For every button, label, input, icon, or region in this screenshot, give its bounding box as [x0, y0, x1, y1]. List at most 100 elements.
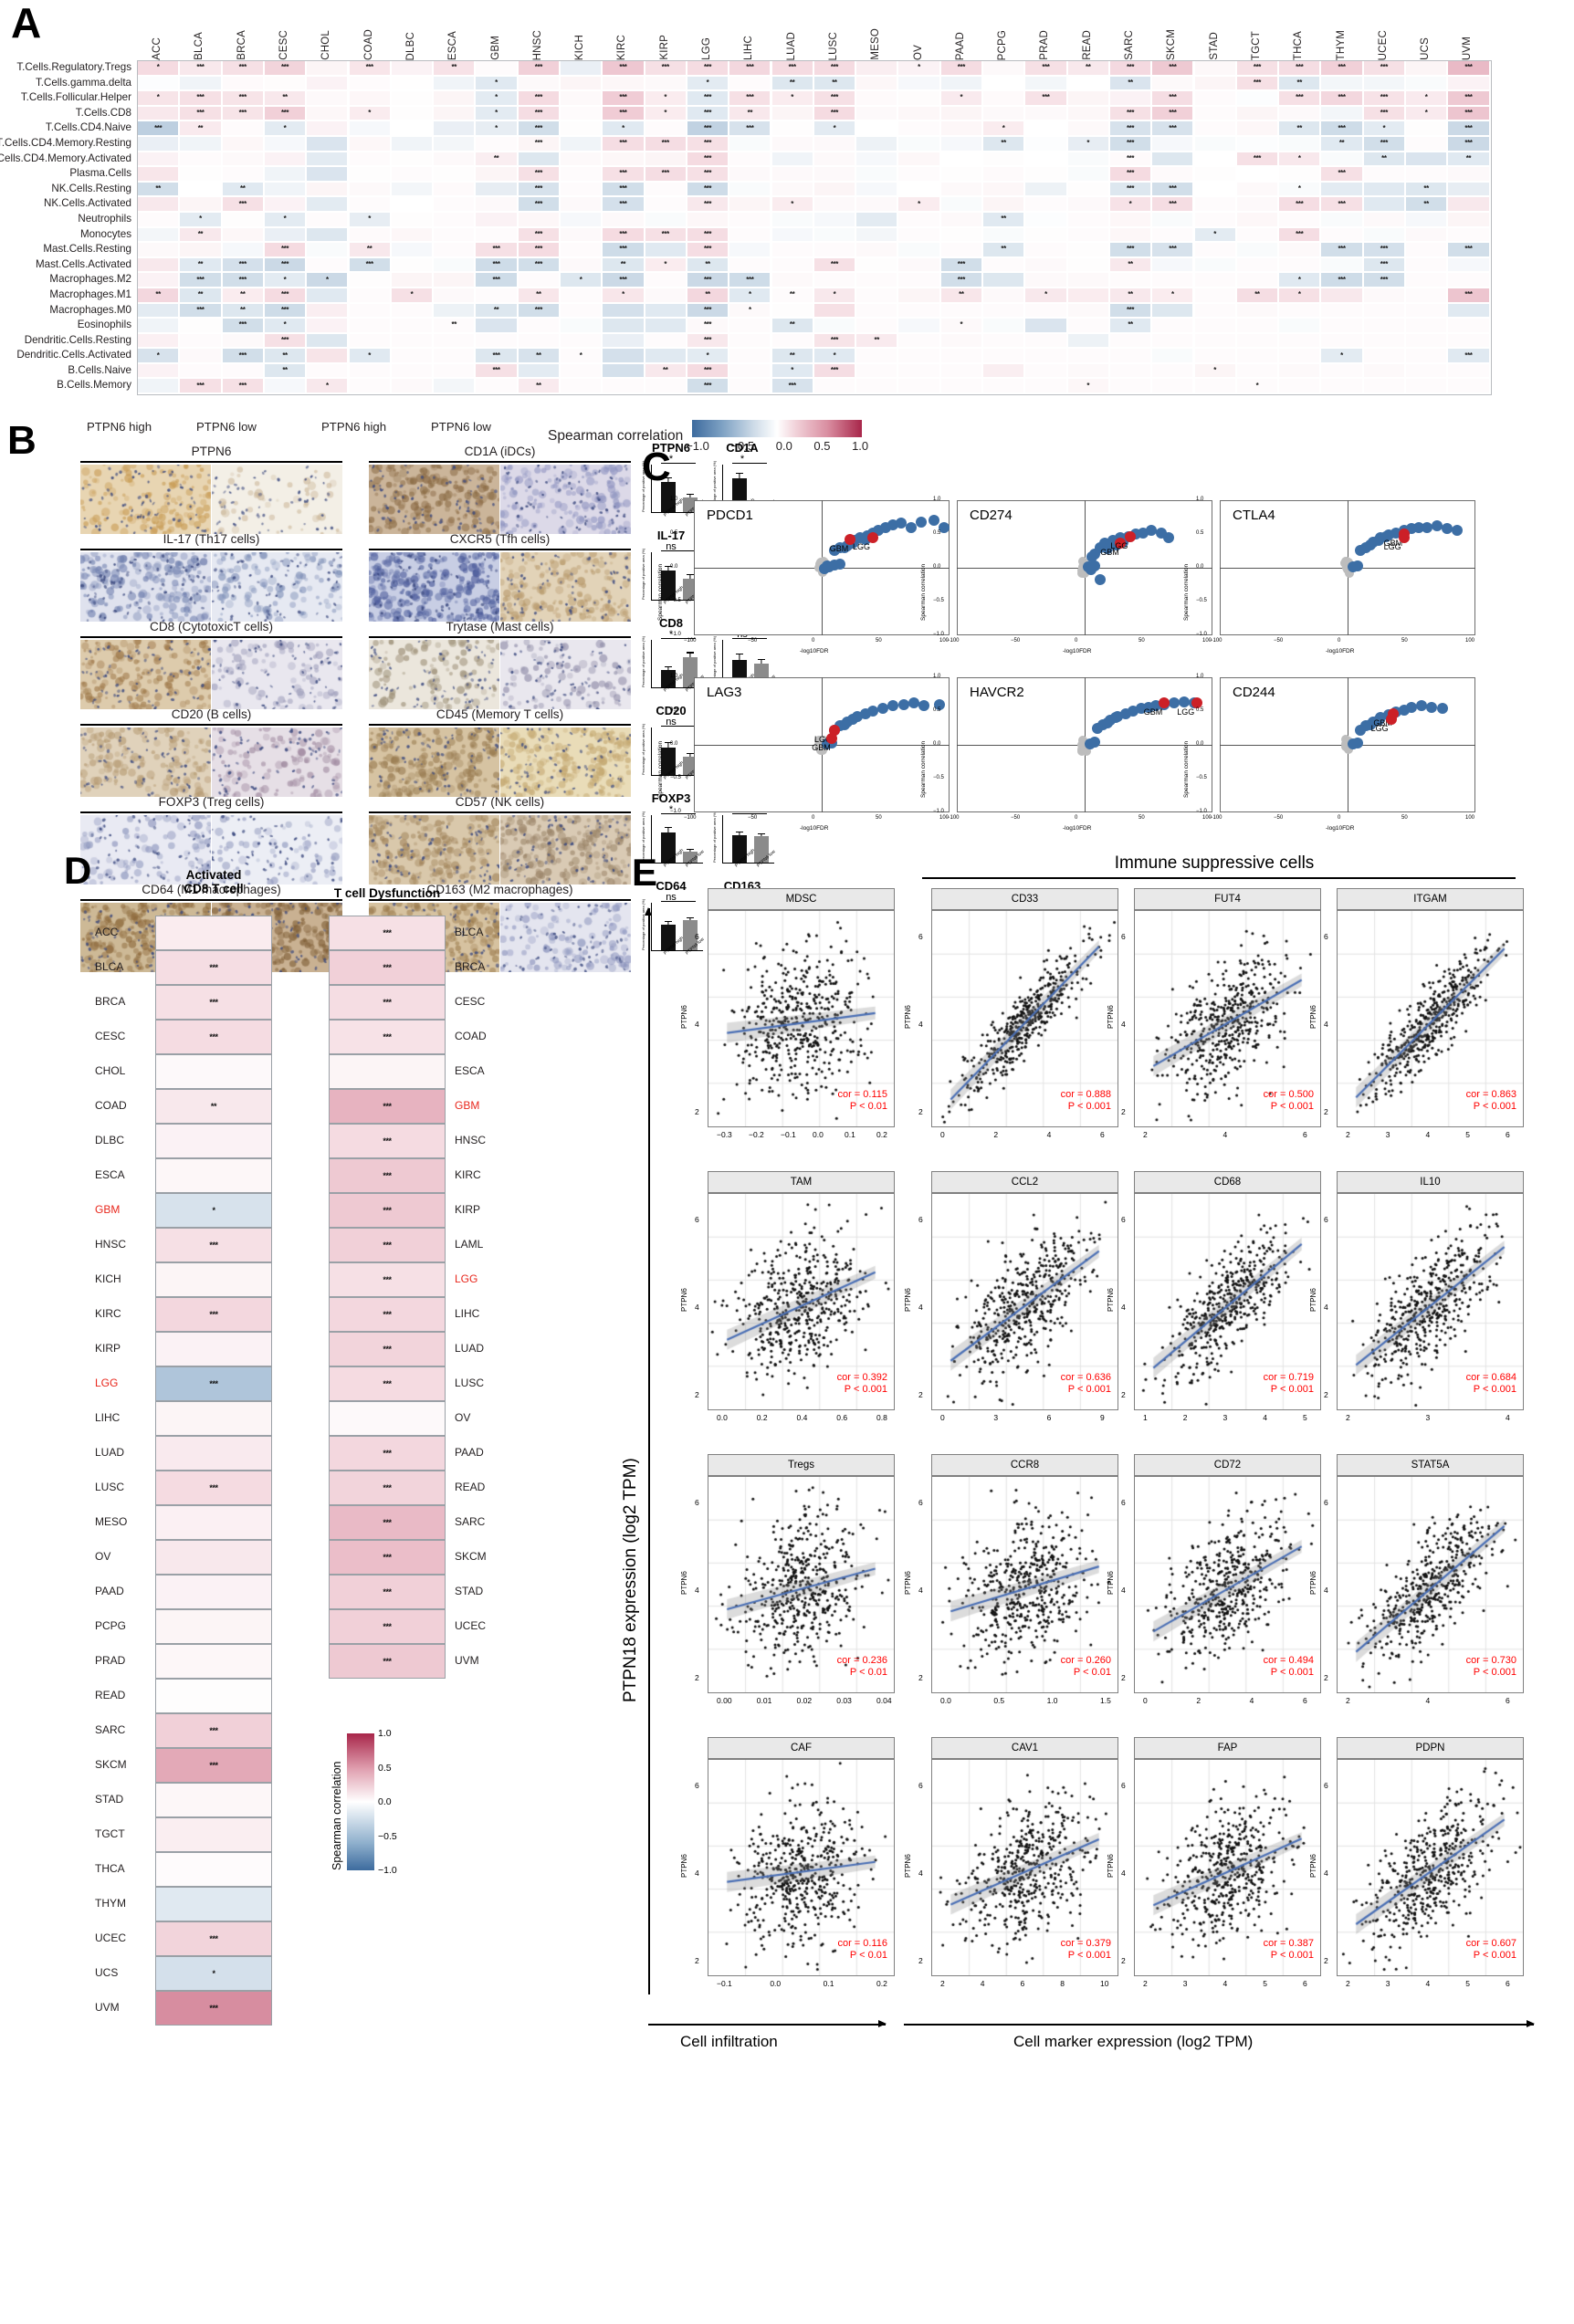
panel-d-col2-cell [329, 1401, 446, 1436]
scatter-plot-title: CD274 [970, 508, 1013, 523]
panel-d-col1-label: UVM [95, 2001, 120, 2014]
heatmap-a-cell [306, 303, 348, 319]
heatmap-a-cell [1024, 318, 1066, 333]
panel-e-cor-value: cor = 0.684 [1466, 1372, 1516, 1383]
panel-e-xtick: 2 [1346, 1130, 1350, 1139]
panel-e-ylabel: PTPN6 [904, 1230, 912, 1312]
heatmap-a-cell [1236, 106, 1278, 121]
scatter-ytick: 0.5 [1196, 530, 1203, 536]
panel-e-xtick: 0.2 [876, 1979, 887, 1988]
panel-d-col1-cell: *** [155, 1991, 272, 2026]
heatmap-a-cell [475, 227, 517, 243]
panel-d-col2-cell: *** [329, 1020, 446, 1054]
heatmap-a-cell [982, 378, 1024, 393]
panel-e-strip-label: CD33 [931, 888, 1118, 910]
heatmap-a-cell: *** [687, 136, 729, 152]
panel-e-p-value: P < 0.001 [1068, 1950, 1111, 1961]
panel-e-cor-value: cor = 0.115 [837, 1089, 887, 1100]
heatmap-a-cell: ** [1320, 136, 1362, 152]
panel-e-ytick: 6 [918, 932, 923, 941]
heatmap-a-cell [855, 242, 897, 257]
heatmap-a-cell: * [137, 60, 179, 76]
heatmap-a-cell [1024, 120, 1066, 136]
heatmap-a-cell [1363, 333, 1405, 349]
scatter-ytick: 1.0 [670, 497, 677, 502]
heatmap-a-cell [349, 120, 391, 136]
heatmap-a-cell: * [1278, 182, 1320, 197]
scatter-xtick: 50 [1401, 638, 1408, 644]
heatmap-a-cell: *** [1109, 106, 1151, 121]
heatmap-a-cell: ** [222, 288, 264, 303]
heatmap-a-col-meso: MESO [870, 28, 881, 60]
panel-d-col1-label: MESO [95, 1515, 127, 1528]
heatmap-a-cell [982, 272, 1024, 288]
panel-e-ylabel: PTPN6 [904, 1513, 912, 1595]
heatmap-a-cell [602, 318, 644, 333]
heatmap-a-cell: * [137, 348, 179, 363]
heatmap-a-cell: ** [518, 378, 560, 393]
heatmap-a-cell [729, 348, 771, 363]
heatmap-a-cell: *** [179, 60, 221, 76]
heatmap-a-cell [1151, 166, 1193, 182]
heatmap-a-cell [433, 363, 475, 379]
heatmap-a-cell [1236, 333, 1278, 349]
heatmap-a-cell: *** [687, 196, 729, 212]
heatmap-a-row-label: B.Cells.Naive [68, 363, 131, 379]
heatmap-a-cell [1447, 378, 1489, 393]
heatmap-a-cell [1194, 378, 1236, 393]
panel-e-p-value: P < 0.001 [1271, 1101, 1314, 1112]
heatmap-a-cell [391, 242, 433, 257]
panel-b-rule [369, 724, 631, 726]
heatmap-a-cell [518, 152, 560, 167]
heatmap-a-cell [1194, 272, 1236, 288]
heatmap-a-cell [1024, 303, 1066, 319]
panel-e-xtick: 0.5 [993, 1696, 1004, 1705]
panel-d-col2-label: LUAD [455, 1342, 484, 1355]
heatmap-a-cell [1024, 242, 1066, 257]
heatmap-a-cell [940, 378, 982, 393]
panel-d-col2-cell: *** [329, 1609, 446, 1644]
heatmap-a-cell: *** [602, 272, 644, 288]
heatmap-a-row: T.Cells.CD4.Memory.Activated ** *** *** *** *… [137, 152, 1490, 167]
heatmap-a-row: T.Cells.Follicular.Helper * *** *** ** * *** **… [137, 90, 1490, 106]
heatmap-a-cell: *** [222, 90, 264, 106]
scatter-yaxis-label: Spearman correlation [657, 699, 664, 798]
scatter-point [1437, 703, 1448, 714]
heatmap-a-cell [771, 106, 813, 121]
heatmap-a-cell [560, 196, 602, 212]
heatmap-a-cell [897, 106, 939, 121]
heatmap-a-cell [897, 333, 939, 349]
heatmap-a-cell: *** [1447, 242, 1489, 257]
panel-e-ytick: 6 [918, 1215, 923, 1224]
heatmap-a-cell [982, 76, 1024, 91]
heatmap-a-col-thym: THYM [1336, 30, 1347, 60]
heatmap-a-cell [1236, 257, 1278, 273]
heatmap-a-cell [306, 333, 348, 349]
heatmap-a-cell [897, 227, 939, 243]
panel-e-cor-annotation: cor = 0.387 P < 0.001 [1204, 1938, 1314, 1962]
panel-e-ytick: 2 [695, 1956, 699, 1965]
heatmap-a-row: Dendritic.Cells.Activated * *** ** * *** ** * * *… [137, 348, 1490, 363]
heatmap-a-cell: *** [645, 136, 687, 152]
heatmap-a-cell: * [560, 272, 602, 288]
panel-b-letter: B [7, 421, 37, 461]
heatmap-a-cell [1405, 60, 1447, 76]
heatmap-a-cell [1109, 333, 1151, 349]
panel-e-ylabel: PTPN6 [1309, 1513, 1317, 1595]
heatmap-a-cell [560, 166, 602, 182]
heatmap-a-cell [1151, 303, 1193, 319]
panel-d-col2-label: OV [455, 1411, 470, 1424]
heatmap-a-row-label: Neutrophils [78, 212, 131, 227]
heatmap-a-cell [855, 303, 897, 319]
panel-e-cor-annotation: cor = 0.379 P < 0.001 [1002, 1938, 1111, 1962]
panel-d-col2-label: SARC [455, 1515, 485, 1528]
heatmap-a-cell [729, 182, 771, 197]
panel-e-xtick: 4 [1426, 1130, 1431, 1139]
ihc-image [212, 552, 342, 622]
panel-b-row-title-left: FOXP3 (Treg cells) [80, 795, 342, 809]
panel-e-ytick: 6 [1324, 1781, 1328, 1790]
heatmap-a-row: Monocytes ** *** *** *** *** * *** [137, 227, 1490, 243]
heatmap-a-row: T.Cells.Regulatory.Tregs * *** *** *** *** ** *… [137, 60, 1490, 76]
heatmap-a-cell [645, 182, 687, 197]
heatmap-a-cell [813, 378, 855, 393]
